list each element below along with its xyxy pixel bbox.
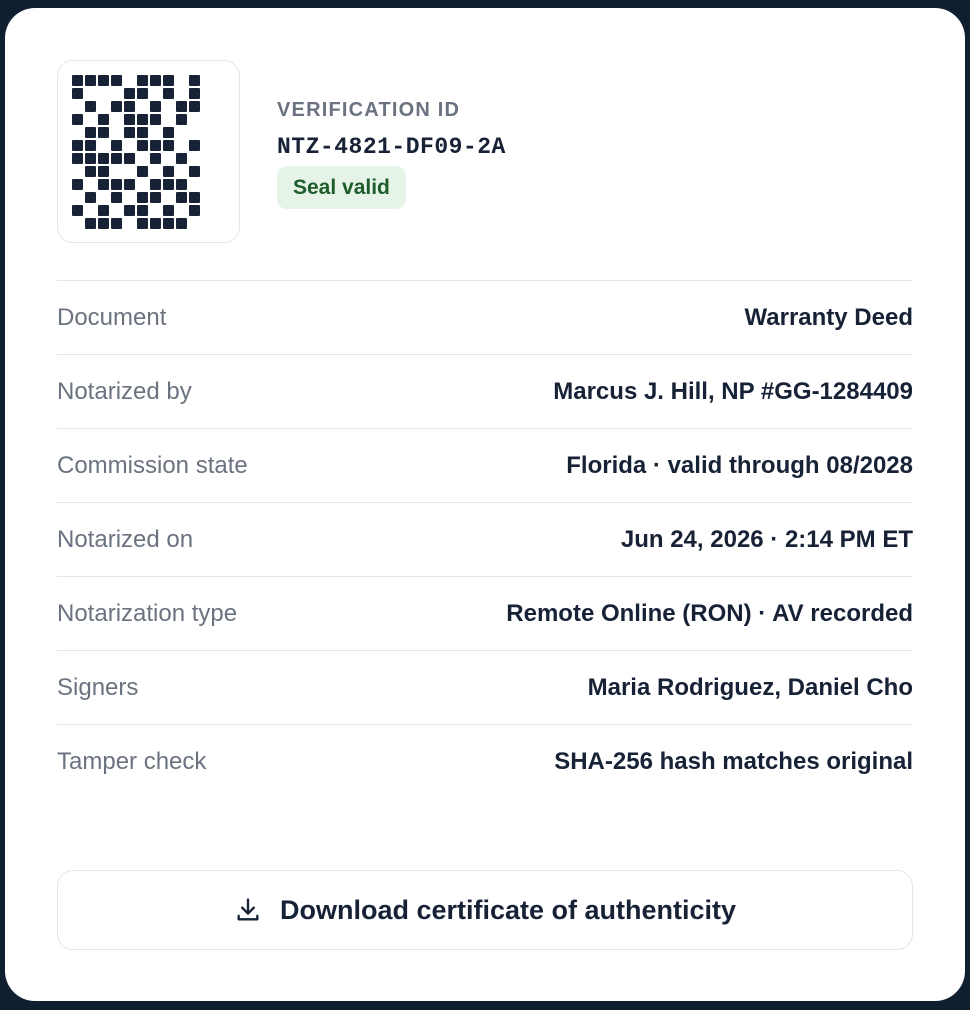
qr-code-graphic <box>72 75 200 229</box>
download-icon <box>234 896 262 924</box>
detail-value: SHA-256 hash matches original <box>554 748 913 775</box>
download-certificate-label: Download certificate of authenticity <box>279 894 737 925</box>
detail-row-signers: Signers Maria Rodriguez, Daniel Cho <box>57 651 913 725</box>
detail-value: Warranty Deed <box>744 303 914 331</box>
detail-label: Notarization type <box>57 599 238 627</box>
detail-label: Commission state <box>57 451 248 479</box>
download-certificate-button[interactable]: Download certificate of authenticity <box>57 870 913 950</box>
details-list: Document Warranty Deed Notarized by Marc… <box>57 281 913 799</box>
detail-row-tamper-check: Tamper check SHA-256 hash matches origin… <box>57 725 913 799</box>
detail-value: Marcus J. Hill, NP #GG-1284409 <box>553 377 913 405</box>
verification-header: VERIFICATION ID NTZ-4821-DF09-2A Seal va… <box>57 60 913 281</box>
detail-value: Jun 24, 2026 · 2:14 PM ET <box>620 525 913 553</box>
detail-row-commission-state: Commission state Florida · valid through… <box>57 429 913 503</box>
detail-row-notarized-by: Notarized by Marcus J. Hill, NP #GG-1284… <box>57 355 913 429</box>
detail-value: Remote Online (RON) · AV recorded <box>506 599 913 627</box>
detail-row-notarization-type: Notarization type Remote Online (RON) · … <box>57 577 913 651</box>
detail-label: Tamper check <box>57 748 207 775</box>
verification-id-value: NTZ-4821-DF09-2A <box>277 134 506 160</box>
detail-row-notarized-on: Notarized on Jun 24, 2026 · 2:14 PM ET <box>57 503 913 577</box>
verification-meta: VERIFICATION ID NTZ-4821-DF09-2A Seal va… <box>277 98 506 209</box>
detail-label: Notarized on <box>57 525 194 553</box>
detail-label: Signers <box>57 673 139 701</box>
detail-value: Florida · valid through 08/2028 <box>566 451 913 479</box>
detail-label: Document <box>57 303 167 331</box>
verification-id-label: VERIFICATION ID <box>277 99 461 121</box>
detail-value: Maria Rodriguez, Daniel Cho <box>587 673 913 701</box>
qr-code-icon <box>57 60 240 243</box>
status-badge: Seal valid <box>277 166 406 209</box>
detail-row-document: Document Warranty Deed <box>57 281 913 355</box>
verification-card: VERIFICATION ID NTZ-4821-DF09-2A Seal va… <box>5 8 965 1001</box>
detail-label: Notarized by <box>57 377 192 405</box>
